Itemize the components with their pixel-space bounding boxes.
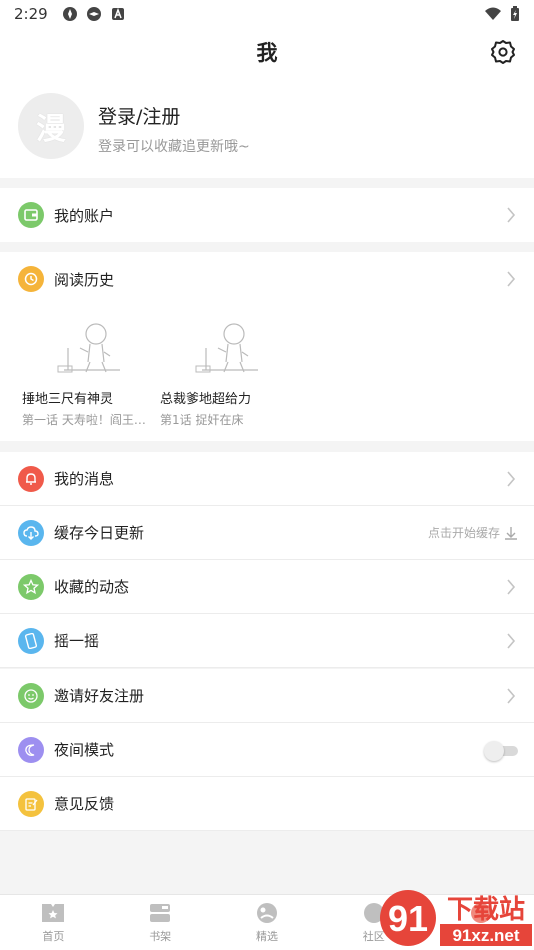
toggle-knob	[484, 741, 504, 761]
menu-item-account[interactable]: 我的账户	[0, 188, 534, 242]
menu-label-favorites: 收藏的动态	[54, 578, 130, 596]
menu-label-messages: 我的消息	[54, 470, 115, 488]
avatar[interactable]: 漫	[18, 93, 84, 159]
menu-label-cache: 缓存今日更新	[54, 524, 145, 542]
cloud-download-icon	[18, 519, 44, 546]
featured-icon	[256, 903, 277, 923]
tab-label-bookshelf: 书架	[149, 930, 172, 943]
chevron-right-icon	[507, 471, 516, 487]
menu-item-shake[interactable]: 摇一摇	[0, 614, 534, 668]
start-cache-button[interactable]: 点击开始缓存	[428, 524, 518, 541]
login-subtitle: 登录可以收藏追更新哦~	[98, 139, 250, 155]
status-bar: 2:29	[0, 0, 534, 28]
menu-item-favorites[interactable]: 收藏的动态	[0, 560, 534, 614]
comic-placeholder-image	[57, 323, 120, 373]
chevron-right-icon	[507, 633, 516, 649]
app-notification-icon	[86, 7, 101, 21]
feedback-edit-icon	[18, 790, 44, 817]
login-register-link[interactable]: 登录/注册	[98, 102, 180, 129]
chevron-right-icon	[507, 271, 516, 287]
menu-item-feedback[interactable]: 意见反馈	[0, 777, 534, 831]
profile-section[interactable]: 漫 登录/注册 登录可以收藏追更新哦~	[0, 76, 534, 178]
menu-label-shake: 摇一摇	[54, 632, 100, 650]
history-clock-icon	[18, 266, 44, 292]
menu-label-history: 阅读历史	[54, 270, 115, 289]
menu-label-invite: 邀请好友注册	[54, 687, 145, 705]
bookshelf-icon	[150, 904, 171, 922]
history-item[interactable]: 捶地三尺有神灵 第一话 天寿啦！阎王…	[22, 318, 152, 428]
menu-item-cache[interactable]: 缓存今日更新 点击开始缓存	[0, 506, 534, 560]
menu-label-account: 我的账户	[54, 206, 115, 225]
moon-icon	[18, 736, 44, 763]
site-watermark-logo: 91 下载站 91xz.net	[380, 890, 532, 946]
settings-gear-icon[interactable]	[490, 39, 516, 65]
font-notification-icon	[111, 7, 124, 20]
header: 我	[0, 28, 534, 76]
tab-label-featured: 精选	[255, 930, 278, 943]
avatar-placeholder-char: 漫	[36, 112, 66, 147]
wifi-icon	[485, 7, 501, 20]
menu-item-messages[interactable]: 我的消息	[0, 452, 534, 506]
menu-item-invite[interactable]: 邀请好友注册	[0, 669, 534, 723]
wallet-icon	[18, 202, 44, 228]
chevron-right-icon	[507, 207, 516, 223]
menu-item-history[interactable]: 阅读历史	[0, 252, 534, 306]
menu-label-night-mode: 夜间模式	[54, 741, 115, 759]
menu-item-night-mode: 夜间模式	[0, 723, 534, 777]
battery-icon	[511, 6, 519, 21]
menu-label-feedback: 意见反馈	[54, 795, 115, 813]
history-item-chapter: 第一话 天寿啦！阎王…	[22, 413, 146, 427]
download-arrow-icon	[505, 526, 517, 540]
tab-featured[interactable]: 精选	[214, 895, 321, 950]
chevron-right-icon	[507, 688, 516, 704]
app-notification-icon	[62, 7, 77, 21]
reading-history-section: 阅读历史 捶地三尺有神灵 第一话 天寿啦！阎王… 总裁爹地超给力 第1话 捉奸在…	[0, 252, 534, 441]
watermark-digits: 91	[388, 898, 428, 939]
tab-label-home: 首页	[42, 930, 65, 943]
home-icon	[42, 904, 65, 922]
night-mode-toggle[interactable]	[484, 741, 520, 761]
phone-shake-icon	[18, 627, 44, 654]
watermark-brand: 下载站	[447, 895, 525, 925]
tab-home[interactable]: 首页	[0, 895, 107, 950]
history-item[interactable]: 总裁爹地超给力 第1话 捉奸在床	[160, 318, 290, 428]
tab-bookshelf[interactable]: 书架	[107, 895, 214, 950]
history-item-title: 捶地三尺有神灵	[22, 392, 114, 407]
history-item-title: 总裁爹地超给力	[160, 392, 252, 407]
status-time: 2:29	[14, 5, 48, 23]
page-title: 我	[256, 41, 278, 65]
watermark-domain: 91xz.net	[452, 926, 519, 945]
history-item-chapter: 第1话 捉奸在床	[160, 413, 244, 427]
smile-face-icon	[18, 682, 44, 709]
star-icon	[18, 573, 44, 600]
comic-placeholder-image	[195, 323, 258, 373]
cache-hint-label: 点击开始缓存	[427, 526, 500, 540]
chevron-right-icon	[507, 579, 516, 595]
bell-icon	[18, 465, 44, 492]
